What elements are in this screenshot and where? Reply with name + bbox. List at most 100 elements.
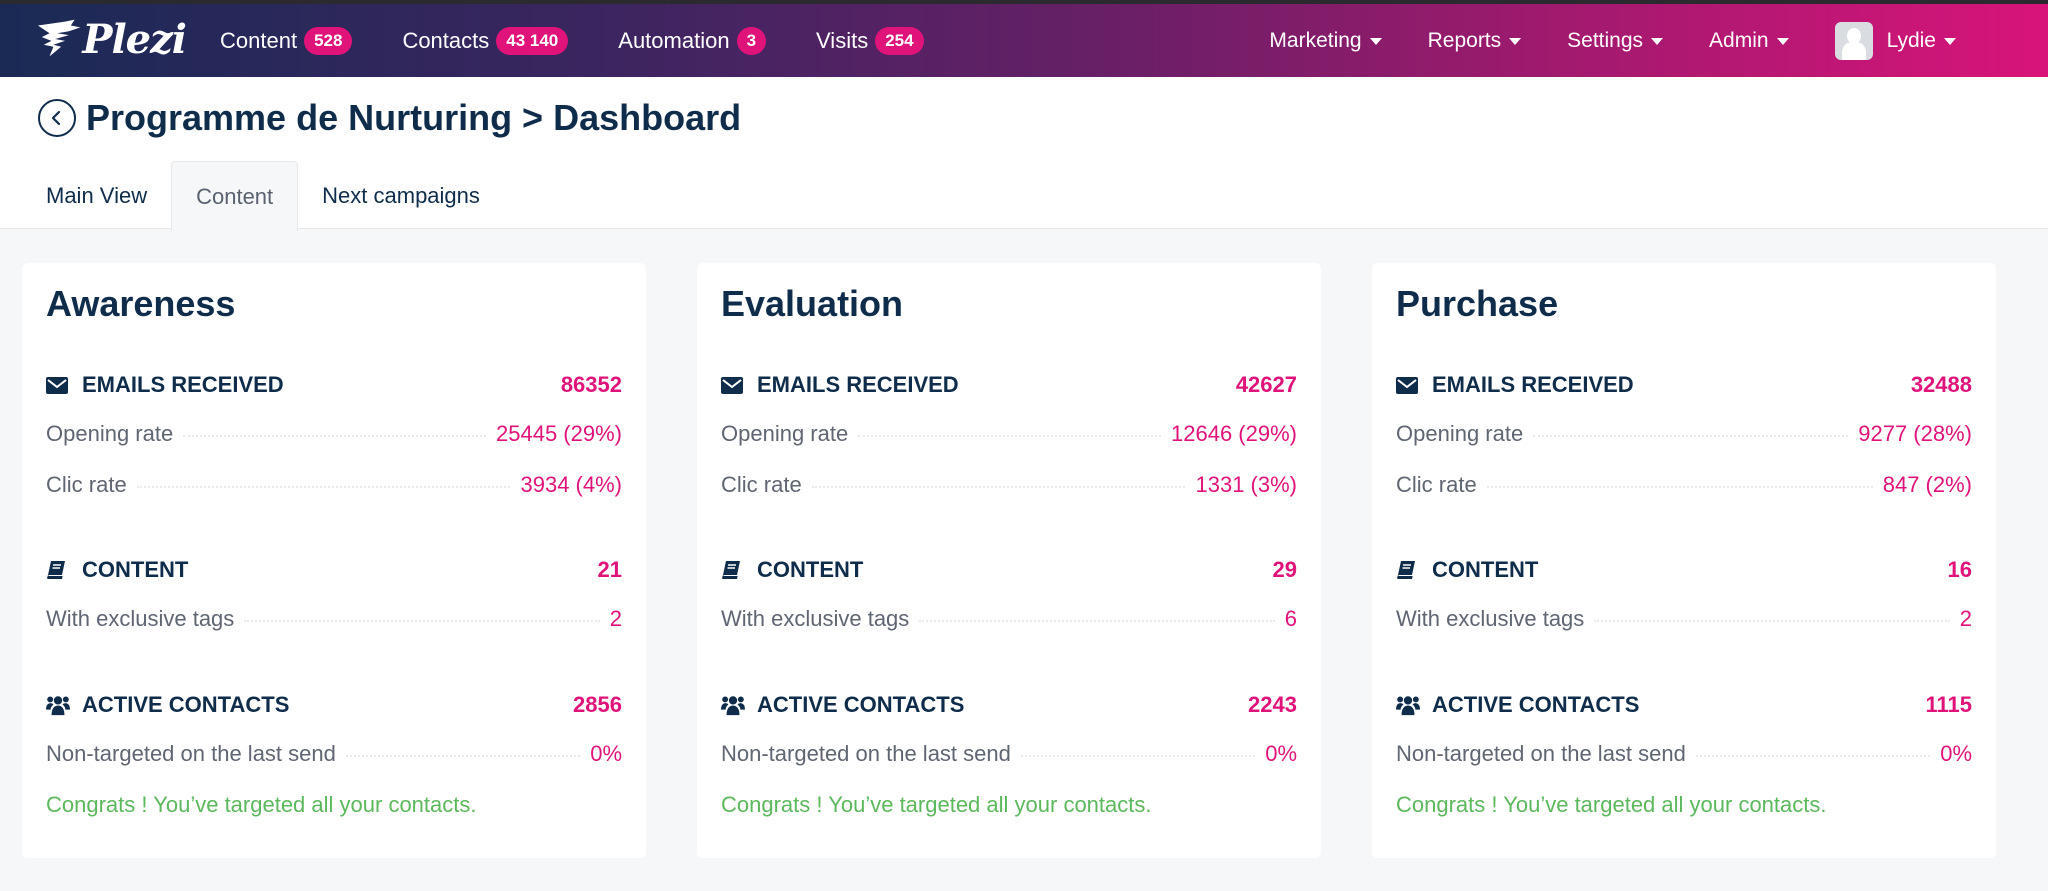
caret-down-icon — [1369, 38, 1382, 45]
section-header: CONTENT 21 — [46, 555, 622, 585]
count-badge: 3 — [736, 26, 767, 55]
secondary-nav: Marketing Reports Settings Admin Lydie — [1269, 4, 2048, 77]
active-contacts-value: 1115 — [1925, 692, 1972, 717]
title-row: Programme de Nurturing > Dashboard — [38, 97, 741, 139]
non-targeted-label: Non-targeted on the last send — [721, 741, 1011, 766]
card-title: Awareness — [46, 283, 236, 324]
section-title: CONTENT — [1432, 557, 1539, 582]
dotted-leader — [1594, 620, 1950, 622]
stat-row: Clic rate 3934 (4%) — [46, 472, 622, 502]
tab-main-view[interactable]: Main View — [22, 161, 171, 230]
book-icon — [46, 559, 70, 581]
section-label: ACTIVE CONTACTS — [46, 692, 289, 718]
section-title: CONTENT — [82, 557, 189, 582]
clic-rate-value: 3934 (4%) — [520, 472, 622, 497]
emails-section: EMAILS RECEIVED 32488 Opening rate 9277 … — [1396, 370, 1972, 502]
dotted-leader — [919, 620, 1275, 622]
non-targeted-value: 0% — [1940, 741, 1972, 766]
nav-label: Visits — [816, 27, 869, 53]
page-title: Programme de Nurturing > Dashboard — [86, 97, 742, 138]
section-label: EMAILS RECEIVED — [1396, 372, 1634, 398]
main-nav: Content 528 Contacts 43 140 Automation 3… — [220, 4, 974, 77]
nav-contacts[interactable]: Contacts 43 140 — [402, 26, 569, 55]
opening-rate-label: Opening rate — [721, 421, 849, 446]
content-count-value: 21 — [597, 557, 622, 582]
exclusive-tags-value: 2 — [1959, 606, 1972, 631]
clic-rate-label: Clic rate — [1396, 472, 1477, 497]
envelope-icon — [46, 374, 70, 396]
non-targeted-value: 0% — [590, 741, 622, 766]
count-badge: 43 140 — [496, 26, 569, 55]
opening-rate-label: Opening rate — [46, 421, 174, 446]
active-contacts-value: 2856 — [573, 692, 622, 717]
stat-row: Non-targeted on the last send 0% — [721, 741, 1297, 771]
emails-section: EMAILS RECEIVED 86352 Opening rate 25445… — [46, 370, 622, 502]
dotted-leader — [183, 435, 487, 437]
plezi-logo[interactable]: Plezi — [36, 14, 187, 64]
chevron-left-icon — [51, 110, 61, 126]
stat-row: Non-targeted on the last send 0% — [1396, 741, 1972, 771]
section-label: EMAILS RECEIVED — [46, 372, 284, 398]
menu-marketing[interactable]: Marketing — [1269, 29, 1382, 53]
section-header: EMAILS RECEIVED 32488 — [1396, 370, 1972, 400]
nav-automation[interactable]: Automation 3 — [618, 26, 767, 55]
contacts-section: ACTIVE CONTACTS 2856 Non-targeted on the… — [46, 690, 622, 818]
avatar-body-shape — [1841, 41, 1866, 60]
exclusive-tags-label: With exclusive tags — [1396, 606, 1585, 631]
content-count-value: 29 — [1272, 557, 1297, 582]
menu-label: Reports — [1427, 28, 1502, 52]
menu-admin[interactable]: Admin — [1709, 29, 1789, 53]
non-targeted-label: Non-targeted on the last send — [46, 741, 336, 766]
clic-rate-label: Clic rate — [721, 472, 802, 497]
section-header: CONTENT 29 — [721, 555, 1297, 585]
user-name: Lydie — [1886, 28, 1936, 52]
stat-row: Opening rate 9277 (28%) — [1396, 421, 1972, 451]
active-contacts-value: 2243 — [1248, 692, 1297, 717]
menu-reports[interactable]: Reports — [1428, 29, 1522, 53]
tab-next-campaigns[interactable]: Next campaigns — [298, 161, 504, 230]
nav-visits[interactable]: Visits 254 — [816, 26, 924, 55]
stat-row: Clic rate 1331 (3%) — [721, 472, 1297, 502]
opening-rate-value: 25445 (29%) — [496, 421, 622, 446]
count-badge: 528 — [304, 26, 353, 55]
back-button[interactable] — [38, 99, 76, 137]
dotted-leader — [345, 755, 581, 757]
section-title: ACTIVE CONTACTS — [757, 692, 965, 717]
section-label: ACTIVE CONTACTS — [1396, 692, 1639, 718]
section-header: EMAILS RECEIVED 42627 — [721, 370, 1297, 400]
section-title: ACTIVE CONTACTS — [82, 692, 290, 717]
section-header: EMAILS RECEIVED 86352 — [46, 370, 622, 400]
section-title: EMAILS RECEIVED — [1432, 372, 1634, 397]
caret-down-icon — [1651, 38, 1664, 45]
section-title: ACTIVE CONTACTS — [1432, 692, 1640, 717]
contacts-section: ACTIVE CONTACTS 2243 Non-targeted on the… — [721, 690, 1297, 818]
section-label: EMAILS RECEIVED — [721, 372, 959, 398]
content-count-value: 16 — [1947, 557, 1972, 582]
user-menu[interactable]: Lydie — [1834, 21, 1956, 60]
section-title: EMAILS RECEIVED — [82, 372, 284, 397]
nav-content[interactable]: Content 528 — [220, 26, 353, 55]
opening-rate-value: 9277 (28%) — [1858, 421, 1972, 446]
page-header: Programme de Nurturing > Dashboard Main … — [0, 77, 2048, 231]
dotted-leader — [1695, 755, 1931, 757]
book-icon — [1396, 559, 1420, 581]
dotted-leader — [244, 620, 600, 622]
users-icon — [721, 694, 745, 716]
congrats-message: Congrats ! You’ve targeted all your cont… — [1396, 792, 1827, 817]
congrats-message: Congrats ! You’ve targeted all your cont… — [46, 792, 477, 817]
exclusive-tags-label: With exclusive tags — [721, 606, 910, 631]
emails-received-value: 42627 — [1235, 372, 1297, 397]
wing-logo-icon — [37, 19, 81, 57]
section-label: CONTENT — [1396, 557, 1538, 583]
menu-settings[interactable]: Settings — [1567, 29, 1664, 53]
dotted-leader — [858, 435, 1162, 437]
content-section: CONTENT 21 With exclusive tags 2 — [46, 555, 622, 636]
tab-content[interactable]: Content — [171, 161, 299, 231]
section-title: EMAILS RECEIVED — [757, 372, 959, 397]
opening-rate-label: Opening rate — [1396, 421, 1524, 446]
non-targeted-value: 0% — [1265, 741, 1297, 766]
caret-down-icon — [1509, 38, 1522, 45]
menu-label: Admin — [1709, 28, 1769, 52]
card-title: Evaluation — [721, 283, 904, 324]
users-icon — [1396, 694, 1420, 716]
